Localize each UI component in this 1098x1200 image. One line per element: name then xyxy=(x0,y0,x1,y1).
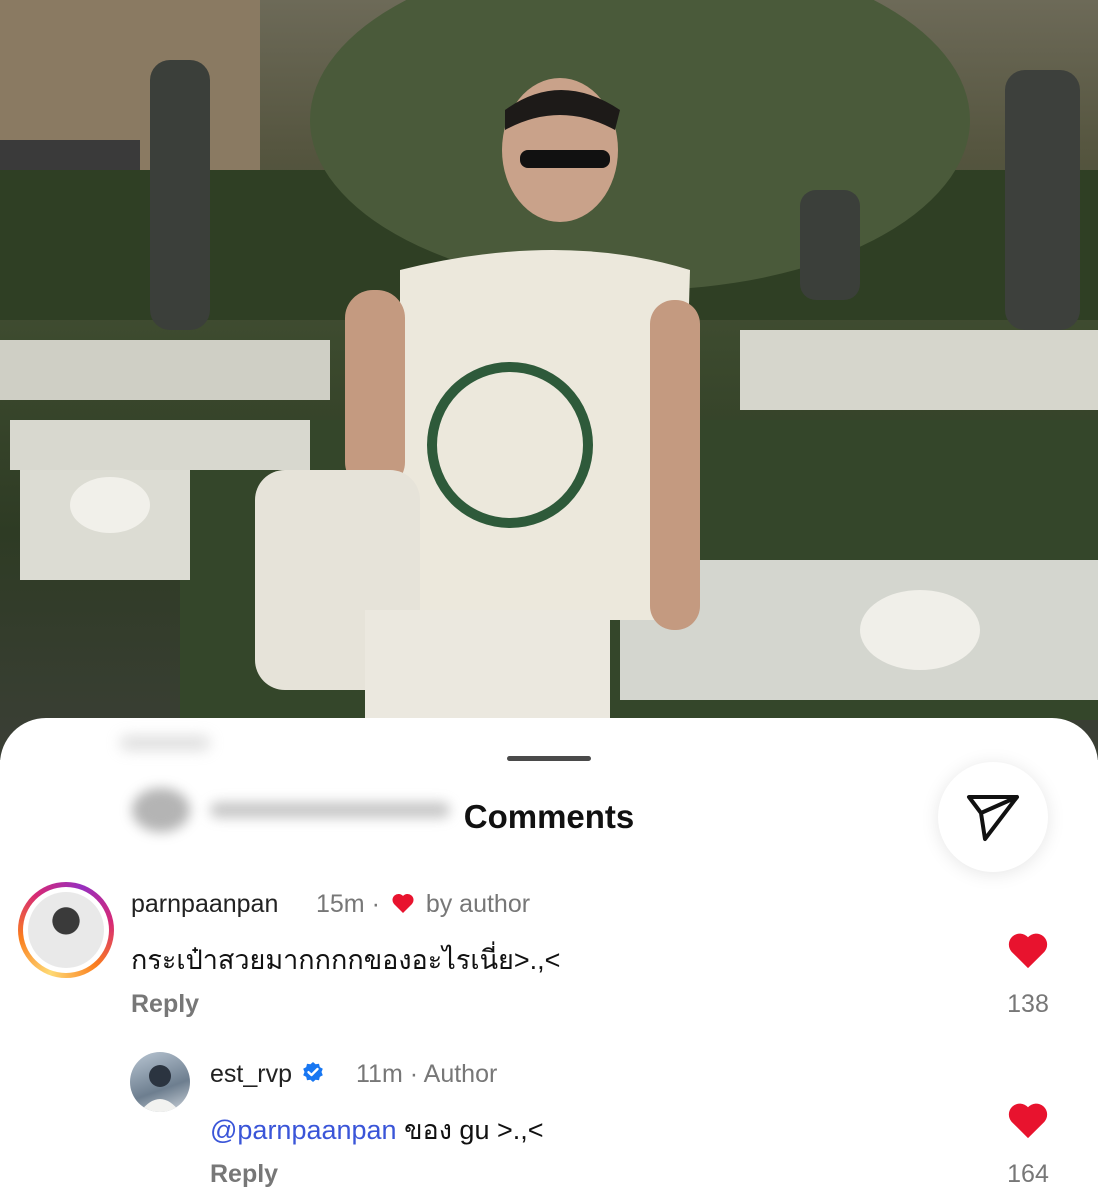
like-heart-icon[interactable] xyxy=(1006,930,1050,970)
meta-separator: · xyxy=(371,890,380,918)
verified-badge-icon xyxy=(303,1062,323,1082)
mention-link[interactable]: @parnpaanpan xyxy=(210,1115,397,1145)
meta-separator: · xyxy=(409,1060,419,1088)
blurred-content xyxy=(120,736,210,750)
drag-handle[interactable] xyxy=(507,756,591,761)
comment-meta: 11m · Author xyxy=(356,1060,497,1089)
avatar[interactable] xyxy=(18,882,114,978)
comment-meta: 15m · by author xyxy=(316,890,530,919)
post-photo xyxy=(0,0,1098,760)
comment-time: 15m xyxy=(316,890,365,918)
comment-text: กระเป๋าสวยมากกกกของอะไรเนี่ย>.,< xyxy=(131,945,561,975)
author-label: Author xyxy=(423,1060,498,1088)
comment-body: ของ gu >.,< xyxy=(396,1115,544,1145)
reply-button[interactable]: Reply xyxy=(131,990,199,1019)
like-count: 138 xyxy=(1007,990,1049,1018)
author-heart-icon xyxy=(392,893,414,913)
like-count: 164 xyxy=(1007,1160,1049,1188)
reply-button[interactable]: Reply xyxy=(210,1160,278,1189)
comment-text: @parnpaanpan ของ gu >.,< xyxy=(210,1108,544,1151)
liked-by-author-label: by author xyxy=(425,890,531,918)
comment-username[interactable]: est_rvp xyxy=(210,1060,325,1089)
send-button[interactable] xyxy=(938,762,1048,872)
comment-username[interactable]: parnpaanpan xyxy=(131,890,278,919)
avatar[interactable] xyxy=(130,1052,190,1112)
sheet-title: Comments xyxy=(463,798,635,835)
like-heart-icon[interactable] xyxy=(1006,1100,1050,1140)
send-icon xyxy=(967,795,1019,841)
comment-time: 11m xyxy=(356,1060,403,1088)
